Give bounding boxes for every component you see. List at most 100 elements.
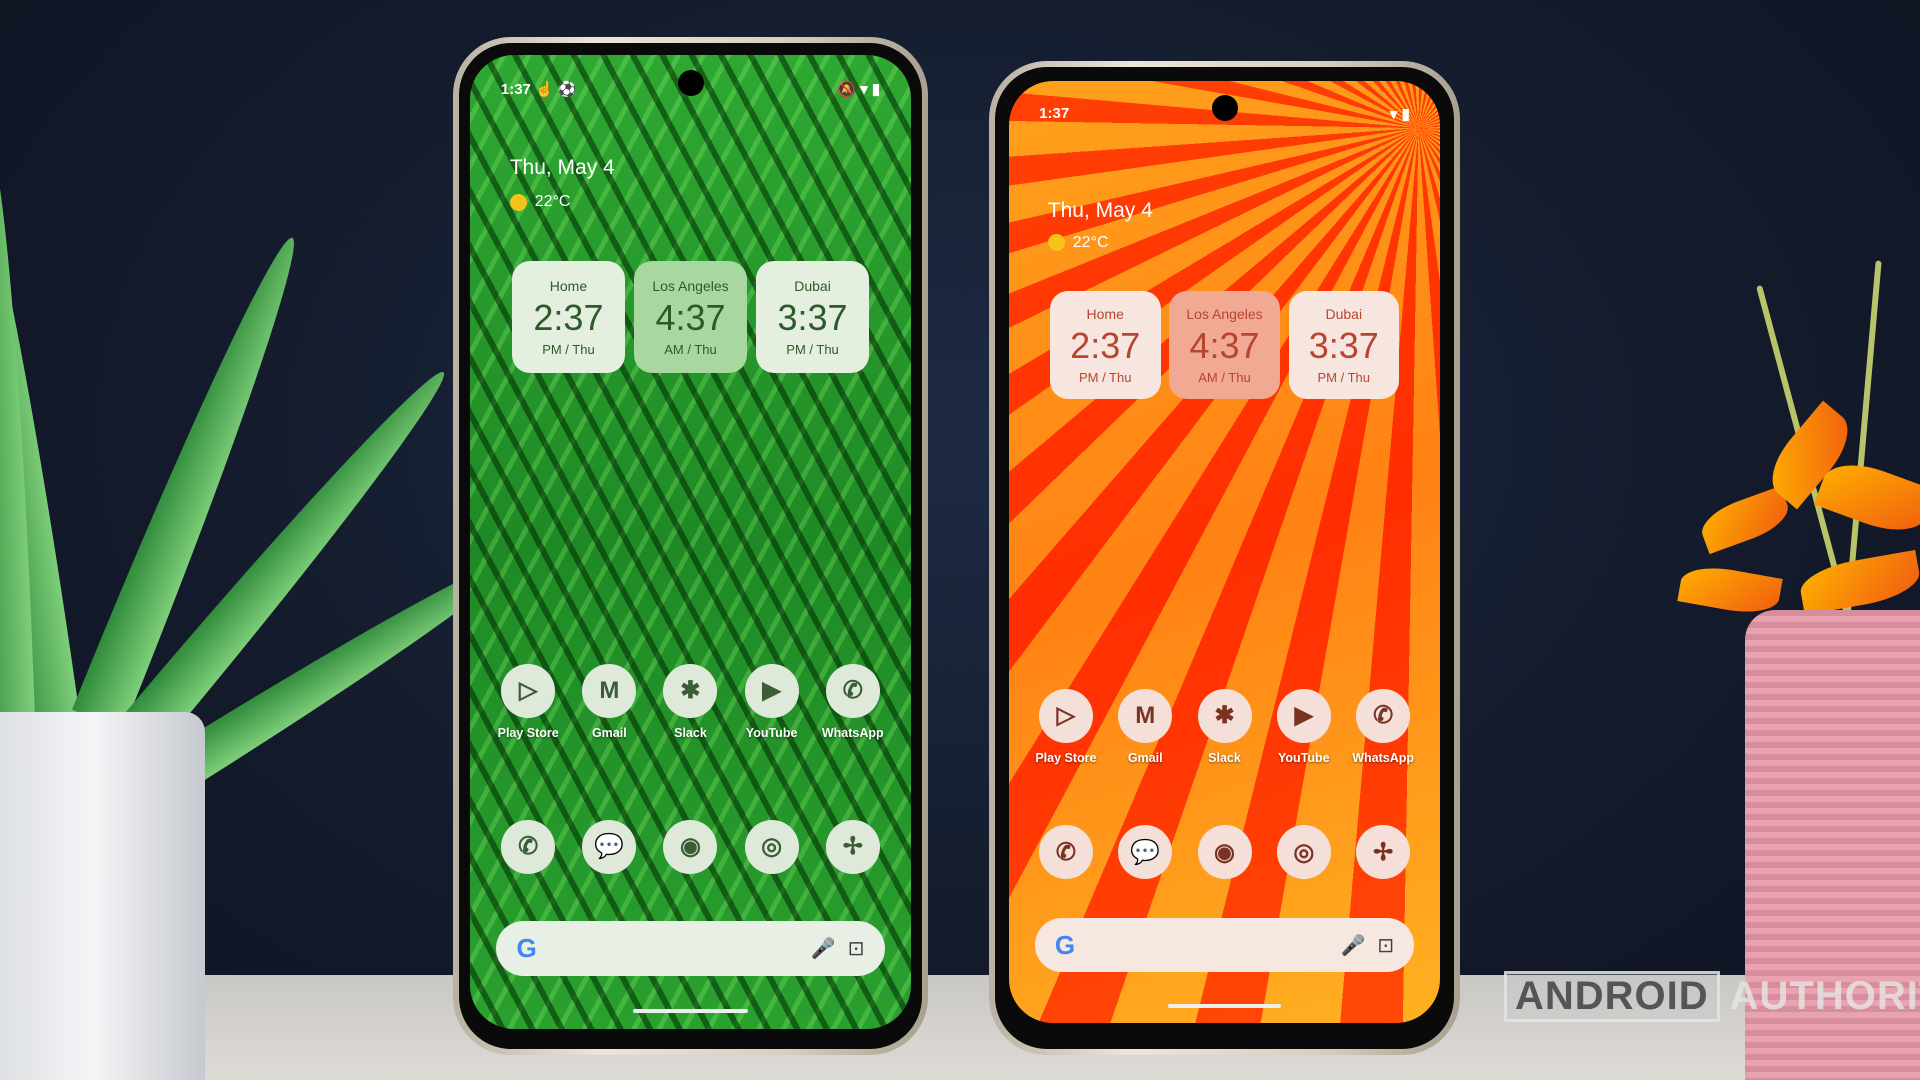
phone-screen: 1:37 ☝ ⚽ 🔕 ▾ ▮ Thu, May 4 22°C Home 2:37 P… [470,55,911,1029]
dock-app[interactable]: ◎ [1264,825,1343,880]
gmail-icon: M [1118,688,1173,743]
system-icons: 🔕 ▾ ▮ [837,81,881,99]
app-label: Gmail [591,725,627,740]
app-youtube[interactable]: ▶ YouTube [1264,688,1343,765]
youtube-icon: ▶ [1276,688,1331,743]
search-bar[interactable]: G 🎤 ⊡ [1034,918,1415,973]
status-bar: 1:37 ☝ ⚽ 🔕 ▾ ▮ [501,80,880,98]
home-indicator[interactable] [1168,1003,1281,1008]
date-widget[interactable]: Thu, May 4 [1048,199,1153,223]
temperature: 22°C [534,193,571,211]
dock-app[interactable]: 💬 [569,819,649,874]
clock-city: Dubai [1325,305,1363,322]
app-label: Play Store [497,725,559,740]
watermark-logo: ANDROID AUTHORITY [1504,971,1920,1022]
phone-icon: ✆ [501,819,556,874]
status-bar: 1:37 ▾ ▮ [1039,105,1410,123]
app-gmail[interactable]: M Gmail [569,663,649,740]
status-time: 1:37 [1039,105,1070,123]
clock-time: 3:37 [1308,324,1379,366]
mic-icon[interactable]: 🎤 [811,936,836,961]
clock-time: 2:37 [1070,324,1141,366]
dock: ✆ 💬 ◉ ◎ ✢ [1026,825,1423,880]
dock-app[interactable]: ✆ [488,819,568,874]
app-play-store[interactable]: ▷ Play Store [488,663,568,740]
world-clock-widget[interactable]: Home 2:37 PM / Thu Los Angeles 4:37 AM / Thu… [1049,291,1400,400]
app-youtube[interactable]: ▶ YouTube [732,663,812,740]
clock-time: 4:37 [655,296,726,338]
clock-sub: AM / Thu [664,341,717,357]
chrome-icon: ◎ [1276,825,1331,880]
whatsapp-icon: ✆ [1356,688,1411,743]
app-label: Play Store [1035,750,1097,765]
clock-sub: PM / Thu [542,341,595,357]
temperature: 22°C [1072,233,1109,251]
search-bar[interactable]: G 🎤 ⊡ [496,920,885,977]
phone-left: 1:37 ☝ ⚽ 🔕 ▾ ▮ Thu, May 4 22°C Home 2:37 P… [453,37,928,1055]
clock-sub: AM / Thu [1198,369,1251,385]
sun-icon [1047,234,1065,252]
mic-icon[interactable]: 🎤 [1340,933,1365,958]
pinwheel-icon: ✢ [1356,825,1411,880]
play-store-icon: ▷ [1038,688,1093,743]
clock-card[interactable]: Dubai 3:37 PM / Thu [1288,291,1400,400]
dock-app[interactable]: ✆ [1026,825,1105,880]
clock-city: Dubai [794,277,831,294]
clock-card[interactable]: Los Angeles 4:37 AM / Thu [1169,291,1280,400]
app-label: Slack [674,725,707,740]
slack-icon: ✱ [1197,688,1252,743]
app-label: Gmail [1127,750,1163,765]
clock-card[interactable]: Home 2:37 PM / Thu [511,261,626,374]
app-slack[interactable]: ✱ Slack [650,663,730,740]
dock-app[interactable]: ◉ [1185,825,1264,880]
notification-icons: ☝ ⚽ [535,81,577,99]
pot-left [0,712,205,1080]
youtube-icon: ▶ [744,663,799,718]
clock-card[interactable]: Home 2:37 PM / Thu [1049,291,1161,400]
app-row: ▷ Play Store M Gmail ✱ Slack ▶ YouTube ✆ WhatsApp [488,663,894,740]
messages-icon: 💬 [582,819,637,874]
phone-screen: 1:37 ▾ ▮ Thu, May 4 22°C Home 2:37 PM / Th… [1009,81,1440,1023]
dock-app[interactable]: ◉ [650,819,730,874]
dock-app[interactable]: 💬 [1106,825,1185,880]
dock-app[interactable]: ✢ [813,819,893,874]
weather-widget[interactable]: 22°C [509,193,571,211]
app-whatsapp[interactable]: ✆ WhatsApp [1343,688,1422,765]
app-whatsapp[interactable]: ✆ WhatsApp [813,663,893,740]
google-icon: G [1054,929,1076,960]
weather-widget[interactable]: 22°C [1047,233,1109,252]
app-label: WhatsApp [1352,750,1415,765]
app-slack[interactable]: ✱ Slack [1185,688,1264,765]
app-label: YouTube [745,725,798,740]
app-label: WhatsApp [821,725,884,740]
sun-icon [509,193,527,211]
lens-icon[interactable]: ⊡ [848,936,865,961]
clock-time: 3:37 [777,296,848,338]
phone-right: 1:37 ▾ ▮ Thu, May 4 22°C Home 2:37 PM / Th… [989,61,1460,1055]
home-indicator[interactable] [633,1009,748,1014]
clock-sub: PM / Thu [1078,369,1132,385]
app-play-store[interactable]: ▷ Play Store [1026,688,1105,765]
clock-sub: PM / Thu [1317,369,1371,385]
google-icon: G [516,933,537,964]
gmail-icon: M [582,663,637,718]
system-icons: ▾ ▮ [1389,106,1410,124]
app-gmail[interactable]: M Gmail [1106,688,1185,765]
clock-city: Home [1086,305,1124,322]
slack-icon: ✱ [663,663,718,718]
chrome-icon: ◎ [744,819,799,874]
dock-app[interactable]: ✢ [1343,825,1422,880]
app-label: Slack [1208,750,1241,765]
world-clock-widget[interactable]: Home 2:37 PM / Thu Los Angeles 4:37 AM / Thu… [511,261,870,374]
watermark-part2: AUTHORITY [1729,974,1920,1018]
dock-app[interactable]: ◎ [732,819,812,874]
watermark-part1: ANDROID [1504,971,1720,1022]
messages-icon: 💬 [1118,825,1173,880]
clock-card[interactable]: Dubai 3:37 PM / Thu [755,261,870,374]
dock: ✆ 💬 ◉ ◎ ✢ [488,819,894,874]
lens-icon[interactable]: ⊡ [1377,933,1394,958]
date-widget[interactable]: Thu, May 4 [510,156,615,180]
clock-city: Los Angeles [652,277,729,294]
clock-card[interactable]: Los Angeles 4:37 AM / Thu [633,261,748,374]
camera-icon: ◉ [1197,825,1252,880]
